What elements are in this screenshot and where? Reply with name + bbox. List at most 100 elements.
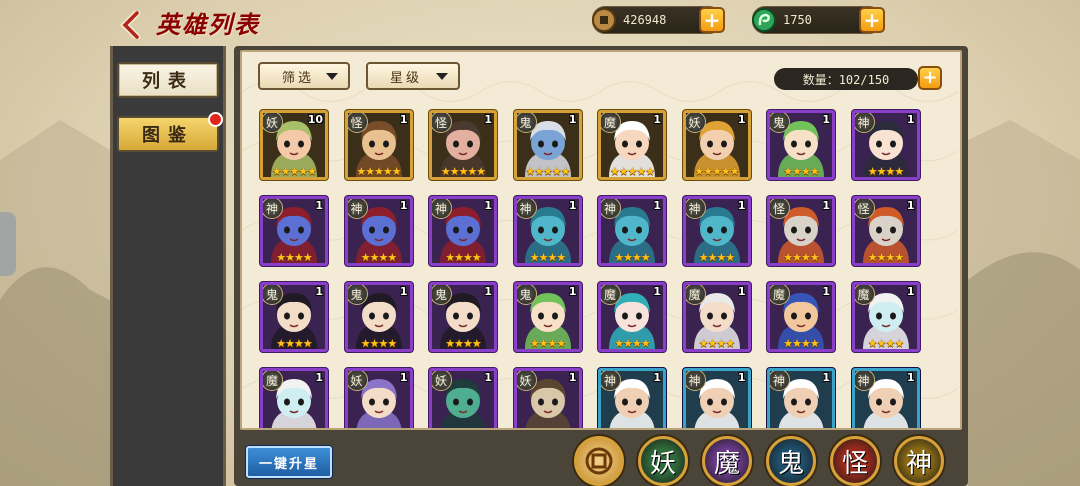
faction-badge: 神 xyxy=(854,371,875,391)
faction-badge: 怪 xyxy=(432,113,452,133)
faction-badge: 神 xyxy=(432,199,452,219)
hero-card[interactable]: 妖1 xyxy=(429,368,497,428)
notification-dot xyxy=(208,112,223,127)
hero-card[interactable]: 神 1 ★★★★ xyxy=(598,196,666,266)
expand-capacity-button[interactable]: + xyxy=(918,66,942,90)
faction-badge: 神 xyxy=(601,371,621,391)
add-coins-button[interactable]: + xyxy=(699,7,725,33)
hero-card[interactable]: 神 1 ★★★★ xyxy=(429,196,497,266)
add-jade-button[interactable]: + xyxy=(859,7,885,33)
hero-level: 1 xyxy=(737,113,746,126)
star-rating: ★★★★★ xyxy=(440,165,486,178)
tab-list[interactable]: 列表 xyxy=(117,62,219,98)
left-nav: 列表 图鉴 xyxy=(110,46,226,486)
hero-card[interactable]: 魔 1 ★★★★ xyxy=(598,282,666,352)
all-factions-button[interactable] xyxy=(574,436,624,486)
hero-level: 1 xyxy=(653,199,661,212)
hero-card[interactable]: 妖1 xyxy=(513,368,582,428)
hero-card[interactable]: 鬼 1 ★★★★★ xyxy=(513,110,582,180)
hero-level: 1 xyxy=(653,113,661,126)
hero-level: 1 xyxy=(737,199,746,212)
faction-badge: 怪 xyxy=(854,199,875,219)
hero-level: 1 xyxy=(399,285,408,298)
star-rating: ★★★★ xyxy=(698,251,735,264)
jade-amount: 1750 xyxy=(783,13,812,27)
faction-badge: 神 xyxy=(685,199,706,219)
faction-badge: 鬼 xyxy=(516,113,537,133)
hero-card[interactable]: 鬼 1 ★★★★ xyxy=(429,282,497,352)
hero-card[interactable]: 神 1 ★★★★ xyxy=(260,196,328,266)
star-rating: ★★★★ xyxy=(783,165,819,178)
hero-card[interactable]: 鬼 1 ★★★★ xyxy=(260,282,328,352)
hero-card[interactable]: 神1 xyxy=(682,368,751,428)
hero-card[interactable]: 鬼 1 ★★★★ xyxy=(513,282,582,352)
hero-card[interactable]: 魔1 xyxy=(260,368,328,428)
faction-badge: 神 xyxy=(854,113,875,133)
hero-card[interactable]: 怪 1 ★★★★★ xyxy=(429,110,497,180)
hero-card[interactable]: 魔 1 ★★★★ xyxy=(767,282,835,352)
faction-filter-guai[interactable]: 怪 xyxy=(830,436,880,486)
star-rating: ★★★★★ xyxy=(356,165,401,178)
faction-badge: 鬼 xyxy=(770,113,790,133)
star-rating: ★★★★ xyxy=(529,251,566,264)
faction-filter-gui[interactable]: 鬼 xyxy=(766,436,816,486)
star-rating: ★★★★ xyxy=(867,251,904,264)
hero-panel: 筛选 星级 数量：102/150 + 妖 10 ★★★★★ 怪 1 ★★★★★ 怪 1 ★★★★… xyxy=(240,50,962,430)
hero-card[interactable]: 神1 xyxy=(598,368,666,428)
star-rating: ★★★★ xyxy=(360,251,397,264)
hero-level: 10 xyxy=(307,113,323,126)
hero-card[interactable]: 鬼 1 ★★★★ xyxy=(344,282,413,352)
hero-level: 1 xyxy=(737,371,746,384)
hero-card[interactable]: 神 1 ★★★★ xyxy=(682,196,751,266)
hero-level: 1 xyxy=(906,285,915,298)
star-rating: ★★★★★ xyxy=(525,165,570,178)
hero-level: 1 xyxy=(315,199,323,212)
hero-level: 1 xyxy=(315,371,323,384)
header: 英雄列表 xyxy=(110,8,470,42)
hero-level: 1 xyxy=(484,285,492,298)
hero-card[interactable]: 魔 1 ★★★★ xyxy=(682,282,751,352)
hero-level: 1 xyxy=(484,199,492,212)
coin-counter: 426948 + xyxy=(592,6,725,34)
star-rating: ★★★★ xyxy=(529,337,566,350)
faction-badge: 神 xyxy=(685,371,706,391)
hero-card[interactable]: 怪 1 ★★★★ xyxy=(767,196,835,266)
faction-badge: 魔 xyxy=(601,285,621,305)
hero-card[interactable]: 神1 xyxy=(851,368,920,428)
tab-atlas[interactable]: 图鉴 xyxy=(117,112,223,152)
star-rating: ★★★★ xyxy=(614,251,650,264)
hero-card[interactable]: 妖 1 ★★★★★ xyxy=(682,110,751,180)
hero-card[interactable]: 神1 xyxy=(767,368,835,428)
hero-card[interactable]: 神 1 ★★★★ xyxy=(513,196,582,266)
hero-level: 1 xyxy=(822,199,830,212)
faction-filter-shen[interactable]: 神 xyxy=(894,436,944,486)
hero-card[interactable]: 妖1 xyxy=(344,368,413,428)
faction-badge: 妖 xyxy=(685,113,706,133)
faction-filter-mo[interactable]: 魔 xyxy=(702,436,752,486)
hero-card[interactable]: 魔 1 ★★★★★ xyxy=(598,110,666,180)
hero-grid: 妖 10 ★★★★★ 怪 1 ★★★★★ 怪 1 ★★★★★ 鬼 1 ★★★★★ 魔 1 ★★★★★ 妖 1 ★★… xyxy=(260,110,940,428)
filter-dropdown[interactable]: 筛选 xyxy=(258,62,350,90)
faction-badge: 妖 xyxy=(432,371,452,391)
star-dropdown[interactable]: 星级 xyxy=(366,62,460,90)
edge-handle[interactable] xyxy=(0,212,16,276)
faction-badge: 妖 xyxy=(263,113,283,133)
hero-card[interactable]: 怪 1 ★★★★ xyxy=(851,196,920,266)
faction-badge: 神 xyxy=(601,199,621,219)
hero-card[interactable]: 怪 1 ★★★★★ xyxy=(344,110,413,180)
hero-card[interactable]: 鬼 1 ★★★★ xyxy=(767,110,835,180)
hero-card[interactable]: 魔 1 ★★★★ xyxy=(851,282,920,352)
star-rating: ★★★★ xyxy=(360,337,397,350)
back-button[interactable] xyxy=(112,8,152,42)
hero-card[interactable]: 神 1 ★★★★ xyxy=(344,196,413,266)
faction-badge: 鬼 xyxy=(347,285,368,305)
chevron-down-icon xyxy=(326,72,338,80)
hero-card[interactable]: 神 1 ★★★★ xyxy=(851,110,920,180)
faction-badge: 魔 xyxy=(854,285,875,305)
faction-filter-yao[interactable]: 妖 xyxy=(638,436,688,486)
hero-card[interactable]: 妖 10 ★★★★★ xyxy=(260,110,328,180)
hero-level: 1 xyxy=(399,199,408,212)
hero-level: 1 xyxy=(484,113,492,126)
one-click-upgrade-button[interactable]: 一键升星 xyxy=(246,446,332,478)
star-rating: ★★★★★ xyxy=(609,165,655,178)
